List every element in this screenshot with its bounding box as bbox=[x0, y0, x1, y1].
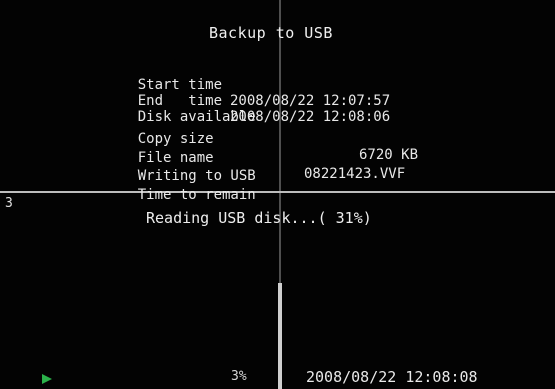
backup-dialog-title: Backup to USB bbox=[209, 24, 333, 42]
copy-size-value: 6720 KB bbox=[359, 147, 419, 163]
channel-divider-horizontal bbox=[0, 191, 555, 193]
playback-percent: 3% bbox=[231, 369, 247, 384]
reading-status: Reading USB disk...( 31%) bbox=[146, 209, 372, 227]
dvr-screen: Backup to USB Start time 2008/08/22 12:0… bbox=[0, 0, 555, 389]
file-name-value: 08221423.VVF bbox=[304, 166, 406, 182]
channel-number: 3 bbox=[5, 196, 13, 211]
playback-datetime: 2008/08/22 12:08:08 bbox=[306, 368, 478, 386]
time-to-remain-label: Time to remain bbox=[137, 187, 256, 203]
progress-marker bbox=[278, 283, 282, 389]
play-icon[interactable] bbox=[42, 374, 52, 384]
